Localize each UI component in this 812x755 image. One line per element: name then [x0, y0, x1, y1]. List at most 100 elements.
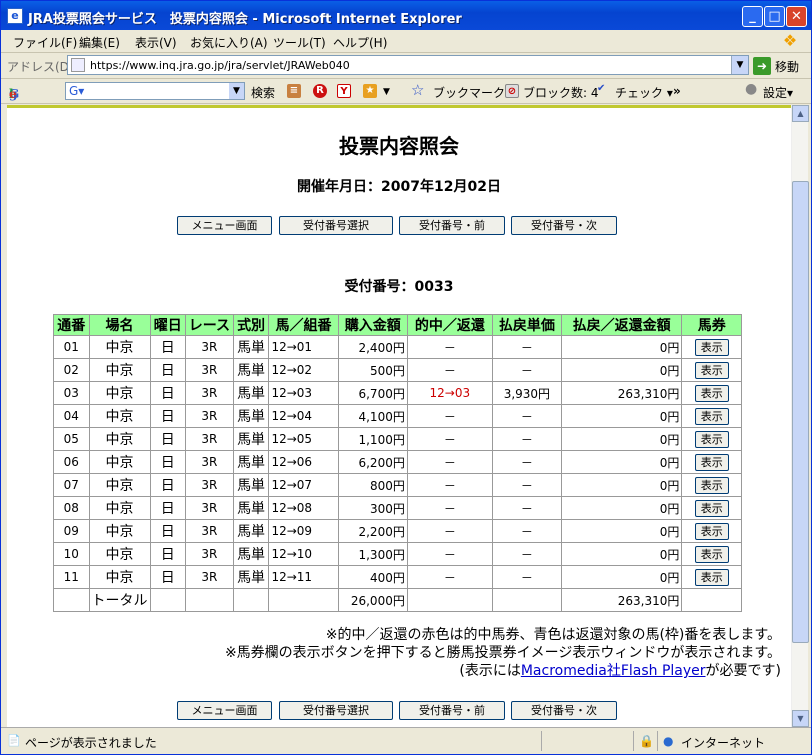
more-chevron-icon[interactable]: » — [673, 84, 681, 98]
plugin-icon[interactable]: ★ — [363, 84, 377, 98]
table-cell: 3R — [185, 404, 234, 428]
show-ticket-button[interactable]: 表示 — [694, 338, 729, 356]
empty-cell — [53, 588, 90, 612]
menu-tools[interactable]: ツール(T) — [273, 34, 326, 51]
go-button[interactable]: 移動 — [775, 58, 799, 75]
status-divider — [657, 731, 658, 751]
scroll-up-icon[interactable]: ▲ — [792, 105, 809, 122]
show-ticket-button[interactable]: 表示 — [694, 522, 729, 540]
receipt-next-button[interactable]: 受付番号・次 — [511, 701, 617, 720]
table-cell: 中京 — [88, 519, 151, 543]
ticket-cell: 表示 — [681, 335, 742, 359]
show-ticket-button[interactable]: 表示 — [694, 545, 729, 563]
total-cell: 263,310円 — [560, 588, 683, 612]
close-button[interactable]: ✕ — [786, 6, 807, 27]
table-cell: 11 — [53, 565, 90, 589]
table-cell: 07 — [53, 473, 90, 497]
table-row: 01 中京日 3R 馬単 12→01 2,400円－－ 0円 表示 — [53, 335, 742, 359]
receipt-next-button[interactable]: 受付番号・次 — [511, 216, 617, 235]
table-cell: 中京 — [88, 427, 151, 451]
status-page-icon: 📄 — [7, 734, 21, 747]
bookmark-button[interactable]: ブックマーク▾ — [433, 84, 511, 101]
table-cell: 6,700円 — [337, 381, 408, 405]
spellcheck-icon: ✔ — [597, 83, 606, 94]
table-cell: － — [491, 473, 562, 497]
show-ticket-button[interactable]: 表示 — [694, 476, 729, 494]
page-content: 投票内容照会 開催年月日：2007年12月02日 メニュー画面 受付番号選択 受… — [7, 105, 791, 727]
google-search-button[interactable]: 検索 — [251, 84, 275, 101]
lock-icon: 🔒 — [639, 734, 654, 748]
table-cell: 2,200円 — [337, 519, 408, 543]
ticket-cell: 表示 — [681, 565, 742, 589]
note-line-3-post: が必要です) — [705, 663, 781, 679]
table-row: 06 中京日 3R 馬単 12→06 6,200円－－ 0円 表示 — [53, 450, 742, 474]
settings-button[interactable]: 設定▾ — [763, 84, 793, 101]
yahoo-icon[interactable]: Y — [337, 84, 351, 98]
col-header: 購入金額 — [337, 314, 408, 336]
menu-favorites[interactable]: お気に入り(A) — [190, 34, 268, 51]
table-cell: 12→07 — [268, 473, 339, 497]
google-search-input[interactable]: G▾ ▼ — [65, 82, 245, 100]
menu-screen-button[interactable]: メニュー画面 — [177, 701, 272, 720]
show-ticket-button[interactable]: 表示 — [694, 407, 729, 425]
table-cell: 馬単 — [232, 450, 270, 474]
plugin-dropdown-icon[interactable]: ▼ — [383, 87, 390, 97]
globe-icon: ● — [663, 734, 674, 748]
table-cell: 300円 — [337, 496, 408, 520]
table-cell: 馬単 — [232, 381, 270, 405]
show-ticket-button[interactable]: 表示 — [694, 499, 729, 517]
table-row: 11 中京日 3R 馬単 12→11 400円－－ 0円 表示 — [53, 565, 742, 589]
go-arrow-icon[interactable]: ➜ — [753, 57, 771, 75]
menu-view[interactable]: 表示(V) — [135, 34, 177, 51]
receipt-select-button[interactable]: 受付番号選択 — [279, 701, 393, 720]
status-divider — [633, 731, 634, 751]
table-cell: 中京 — [88, 473, 151, 497]
ticket-cell: 表示 — [681, 358, 742, 382]
receipt-prev-button[interactable]: 受付番号・前 — [399, 216, 505, 235]
check-button[interactable]: チェック ▾ — [615, 84, 673, 101]
show-ticket-button[interactable]: 表示 — [694, 453, 729, 471]
news-icon[interactable]: ≡ — [287, 84, 301, 98]
menu-file[interactable]: ファイル(F) — [13, 34, 77, 51]
popup-block-count[interactable]: ブロック数: 4 — [523, 84, 599, 101]
vertical-scrollbar[interactable]: ▲ ▼ — [791, 105, 809, 727]
flash-player-link[interactable]: Macromedia社Flash Player — [521, 663, 706, 679]
maximize-button[interactable]: □ — [764, 6, 785, 27]
col-header: 払戻／返還金額 — [560, 314, 683, 336]
address-dropdown-icon[interactable]: ▼ — [731, 56, 748, 74]
note-line-3: (表示にはMacromedia社Flash Playerが必要です) — [225, 662, 781, 680]
menu-edit[interactable]: 編集(E) — [79, 34, 120, 51]
table-cell: － — [491, 542, 562, 566]
scroll-down-icon[interactable]: ▼ — [792, 710, 809, 727]
menu-help[interactable]: ヘルプ(H) — [333, 34, 387, 51]
address-input[interactable]: https://www.inq.jra.go.jp/jra/servlet/JR… — [67, 55, 749, 75]
scroll-thumb[interactable] — [792, 181, 809, 643]
menu-bar: ファイル(F) 編集(E) 表示(V) お気に入り(A) ツール(T) ヘルプ(… — [1, 30, 811, 53]
title-bar: e JRA投票照会サービス 投票内容照会 - Microsoft Interne… — [1, 1, 811, 30]
table-row: 04 中京日 3R 馬単 12→04 4,100円－－ 0円 表示 — [53, 404, 742, 428]
table-cell: － — [406, 358, 493, 382]
receipt-prev-button[interactable]: 受付番号・前 — [399, 701, 505, 720]
pagerank-icon[interactable]: R — [313, 84, 327, 98]
show-ticket-button[interactable]: 表示 — [694, 384, 729, 402]
table-row: 09 中京日 3R 馬単 12→09 2,200円－－ 0円 表示 — [53, 519, 742, 543]
show-ticket-button[interactable]: 表示 — [694, 361, 729, 379]
table-cell: － — [491, 496, 562, 520]
table-cell: 0円 — [560, 519, 683, 543]
table-cell: 中京 — [88, 542, 151, 566]
table-cell: 1,100円 — [337, 427, 408, 451]
table-cell: 中京 — [88, 450, 151, 474]
table-cell: 0円 — [560, 565, 683, 589]
receipt-number: 受付番号：0033 — [344, 279, 454, 295]
show-ticket-button[interactable]: 表示 — [694, 568, 729, 586]
page-icon — [71, 58, 85, 72]
minimize-button[interactable]: _ — [742, 6, 763, 27]
receipt-select-button[interactable]: 受付番号選択 — [279, 216, 393, 235]
google-search-dropdown-icon[interactable]: ▼ — [229, 83, 244, 99]
col-header: 通番 — [53, 314, 90, 336]
table-cell: － — [406, 565, 493, 589]
menu-screen-button[interactable]: メニュー画面 — [177, 216, 272, 235]
page-title: 投票内容照会 — [339, 134, 459, 158]
show-ticket-button[interactable]: 表示 — [694, 430, 729, 448]
windows-logo-icon: ❖ — [782, 31, 798, 50]
